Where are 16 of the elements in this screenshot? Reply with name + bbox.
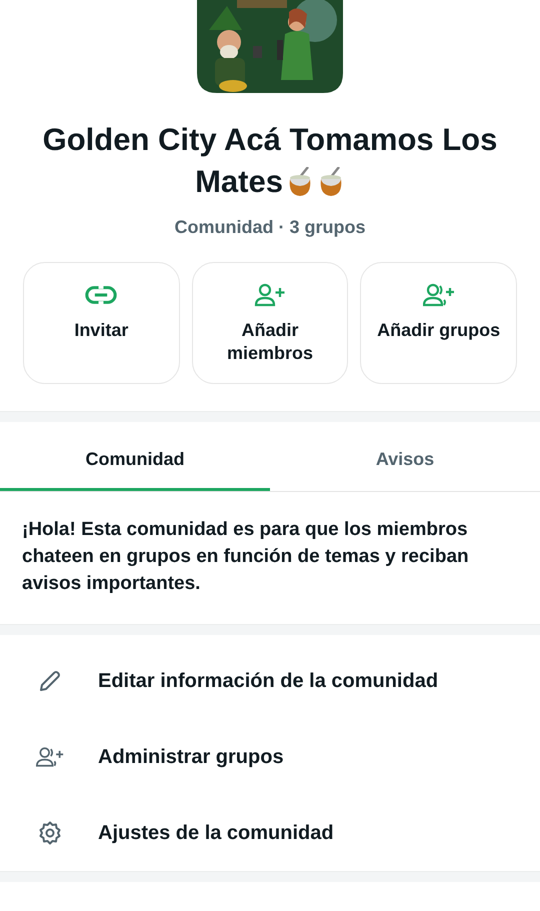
action-button[interactable]: Añadir grupos — [360, 262, 518, 384]
tab[interactable]: Comunidad — [0, 431, 270, 491]
link-icon — [85, 283, 118, 307]
action-button[interactable]: Invitar — [23, 262, 180, 384]
community-title: Golden City Acá Tomamos Los — [42, 121, 498, 159]
menu-item[interactable]: Administrar grupos — [0, 719, 540, 795]
groups-icon — [36, 745, 64, 769]
add-person-icon — [254, 283, 286, 307]
tab[interactable]: Avisos — [270, 431, 540, 491]
community-subtitle: Comunidad · 3 grupos — [174, 217, 366, 238]
action-button[interactable]: Añadir miembros — [192, 262, 348, 384]
menu-item[interactable]: Editar información de la comunidad — [0, 643, 540, 719]
community-description: ¡Hola! Esta comunidad es para que los miembros chateen en grupos en función de temas y reciban avisos importantes. — [22, 518, 470, 596]
community-title: Mates — [195, 163, 283, 201]
add-group-icon — [422, 283, 455, 307]
menu-item[interactable]: Ajustes de la comunidad — [0, 795, 540, 871]
